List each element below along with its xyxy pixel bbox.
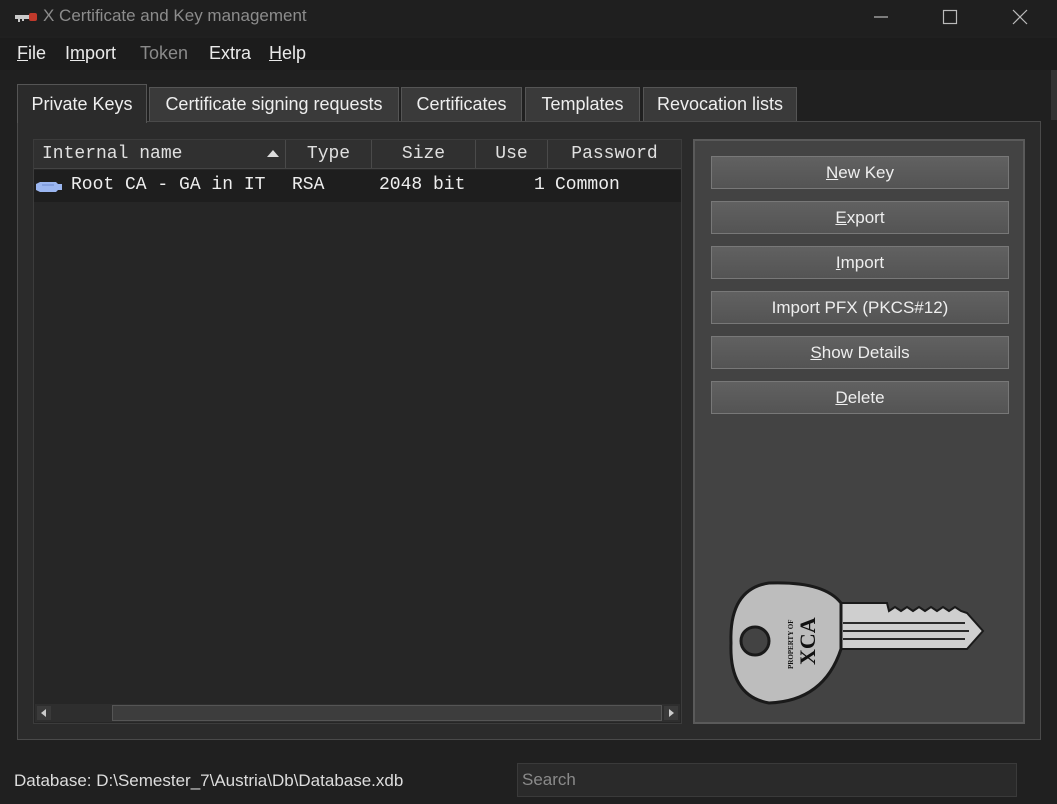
- tab-revocation-lists[interactable]: Revocation lists: [643, 87, 797, 121]
- scrollbar-thumb[interactable]: [112, 705, 662, 721]
- xca-key-logo: PROPERTY OF XCA: [729, 581, 985, 705]
- show-details-button[interactable]: Show Details: [711, 336, 1009, 369]
- keys-list[interactable]: Internal name Type Size Use Password Roo…: [33, 139, 682, 724]
- column-header-internal-name[interactable]: Internal name: [34, 140, 286, 168]
- cell-internal-name: Root CA - GA in IT: [71, 175, 266, 195]
- close-icon: [1012, 9, 1028, 25]
- column-header-password[interactable]: Password: [548, 140, 681, 168]
- cell-type: RSA: [292, 175, 325, 195]
- cell-use: 1: [534, 175, 545, 195]
- import-pfx-button[interactable]: Import PFX (PKCS#12): [711, 291, 1009, 324]
- maximize-button[interactable]: [915, 0, 985, 34]
- menu-bar: File Import Token Extra Help: [0, 38, 1057, 70]
- menu-import[interactable]: Import: [65, 43, 116, 64]
- horizontal-scrollbar[interactable]: [35, 704, 680, 722]
- key-icon: [36, 182, 62, 192]
- cell-size: 2048 bit: [379, 175, 466, 195]
- new-key-button[interactable]: New Key: [711, 156, 1009, 189]
- close-button[interactable]: [985, 0, 1055, 34]
- column-header-use[interactable]: Use: [476, 140, 548, 168]
- search-input[interactable]: [517, 763, 1017, 797]
- actions-panel: New Key Export Import Import PFX (PKCS#1…: [693, 139, 1025, 724]
- minimize-icon: [874, 16, 888, 18]
- list-header: Internal name Type Size Use Password: [34, 140, 681, 169]
- title-bar: X Certificate and Key management: [0, 0, 1057, 36]
- export-button[interactable]: Export: [711, 201, 1009, 234]
- tab-certificate-signing-requests[interactable]: Certificate signing requests: [149, 87, 399, 121]
- chevron-right-icon: [669, 709, 674, 717]
- maximize-icon: [942, 9, 958, 25]
- chevron-left-icon: [41, 709, 46, 717]
- window-scrollbar[interactable]: [1051, 70, 1057, 120]
- import-button[interactable]: Import: [711, 246, 1009, 279]
- menu-token[interactable]: Token: [140, 43, 188, 64]
- window-title: X Certificate and Key management: [43, 6, 307, 25]
- scroll-right-button[interactable]: [664, 706, 678, 720]
- database-path-label: Database: D:\Semester_7\Austria\Db\Datab…: [14, 771, 404, 790]
- delete-button[interactable]: Delete: [711, 381, 1009, 414]
- cell-password: Common: [555, 175, 620, 195]
- app-key-icon: [15, 13, 37, 22]
- key-logo-line1: PROPERTY OF: [787, 620, 795, 669]
- tab-private-keys[interactable]: Private Keys: [17, 84, 147, 123]
- tab-certificates[interactable]: Certificates: [401, 87, 522, 121]
- menu-help[interactable]: Help: [269, 43, 306, 64]
- key-logo-line2: XCA: [795, 617, 820, 665]
- menu-extra[interactable]: Extra: [209, 43, 251, 64]
- sort-ascending-icon: [267, 150, 279, 157]
- menu-file[interactable]: File: [17, 43, 46, 64]
- table-row[interactable]: Root CA - GA in IT RSA 2048 bit 1 Common: [34, 170, 681, 202]
- scroll-left-button[interactable]: [37, 706, 51, 720]
- tab-templates[interactable]: Templates: [525, 87, 640, 121]
- column-header-size[interactable]: Size: [372, 140, 476, 168]
- minimize-button[interactable]: [846, 0, 916, 34]
- column-header-type[interactable]: Type: [286, 140, 372, 168]
